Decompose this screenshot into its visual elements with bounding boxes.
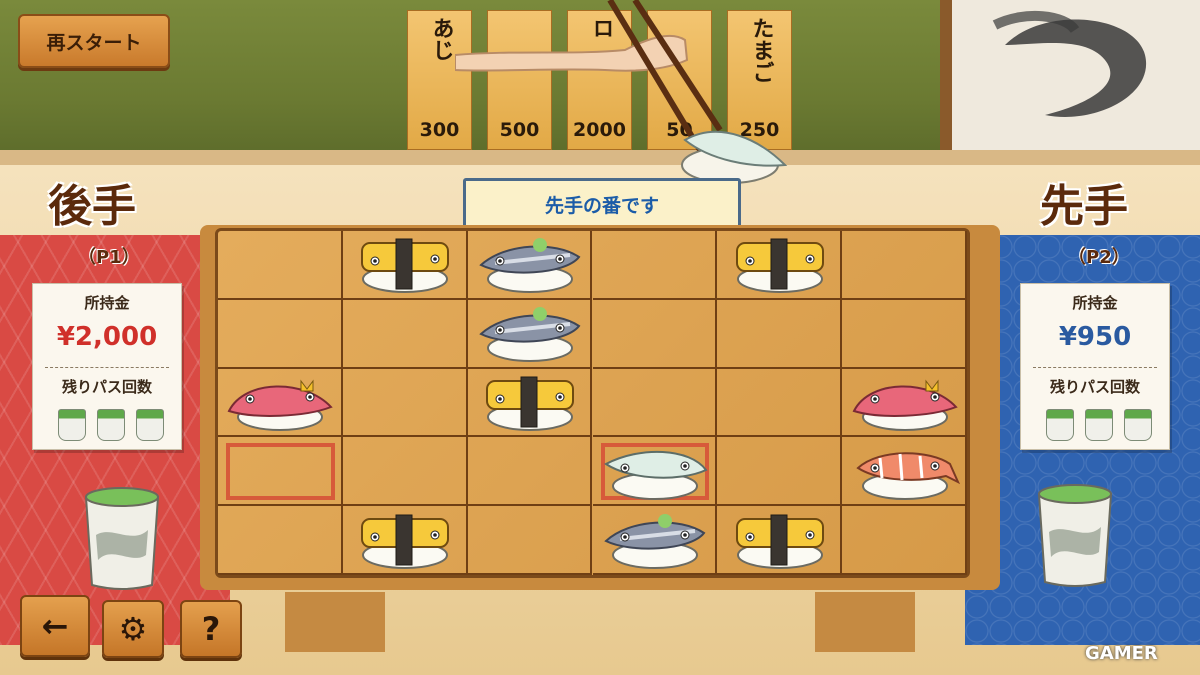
- left-player-label: 後手: [48, 181, 136, 232]
- help-button[interactable]: ?: [180, 600, 242, 658]
- pass-cup-icon: [58, 409, 86, 441]
- pass-label: 残りパス回数: [1049, 378, 1140, 396]
- sushi-piece-aji[interactable]: [475, 235, 585, 299]
- board-leg: [285, 592, 385, 652]
- board-cell[interactable]: [218, 506, 343, 575]
- board-cell[interactable]: [467, 506, 593, 575]
- sushi-piece-aji[interactable]: [600, 511, 710, 575]
- left-player-id: （P1）: [78, 247, 140, 268]
- right-player-id: （P2）: [1068, 247, 1130, 268]
- brush-stroke-art: [992, 10, 1147, 117]
- board-cell[interactable]: [842, 231, 967, 300]
- board-leg: [815, 592, 915, 652]
- settings-button[interactable]: ⚙: [102, 600, 164, 658]
- board-cell[interactable]: [717, 299, 843, 369]
- board-cell[interactable]: [592, 231, 718, 300]
- board-cell[interactable]: [717, 437, 843, 507]
- board-cell[interactable]: [342, 368, 468, 438]
- board-cell[interactable]: [342, 437, 468, 507]
- left-player-card: 所持金 ¥2,000 残りパス回数: [32, 283, 182, 450]
- highlighted-cell[interactable]: [226, 443, 335, 501]
- chopsticks-with-squid-sushi: [607, 0, 788, 184]
- right-money-value: ¥950: [1058, 322, 1132, 352]
- teacup-icon: [84, 487, 160, 590]
- right-player-card: 所持金 ¥950 残りパス回数: [1020, 283, 1170, 450]
- board-cell[interactable]: [218, 231, 343, 300]
- restart-button[interactable]: 再スタート: [18, 14, 170, 68]
- board-cell[interactable]: [842, 506, 967, 575]
- board-cell[interactable]: [592, 368, 718, 438]
- sushi-piece-tamago[interactable]: [725, 511, 835, 575]
- board-cell[interactable]: [342, 299, 468, 369]
- gear-icon: ⚙: [118, 610, 148, 648]
- game-board[interactable]: [215, 228, 970, 578]
- turn-banner: 先手の番です: [463, 178, 741, 230]
- money-label: 所持金: [84, 294, 130, 312]
- right-player-label: 先手: [1040, 181, 1128, 232]
- back-button[interactable]: ←: [20, 595, 90, 657]
- sushi-piece-ebi[interactable]: [850, 442, 960, 506]
- board-cell[interactable]: [842, 299, 967, 369]
- sushi-piece-tamago[interactable]: [350, 235, 460, 299]
- watermark: GAMER: [1085, 643, 1158, 664]
- money-label: 所持金: [1072, 294, 1118, 312]
- sushi-piece-otoro[interactable]: [225, 373, 335, 437]
- pass-cup-icon: [97, 409, 125, 441]
- pass-cup-icon: [136, 409, 164, 441]
- sushi-piece-otoro[interactable]: [850, 373, 960, 437]
- teacup-icon: [1037, 484, 1113, 587]
- pass-label: 残りパス回数: [61, 378, 152, 396]
- divider: [45, 367, 169, 368]
- sushi-piece-tamago[interactable]: [475, 373, 585, 437]
- left-money-value: ¥2,000: [56, 322, 158, 352]
- pass-cup-icon: [1085, 409, 1113, 441]
- sushi-piece-ika[interactable]: [600, 442, 710, 506]
- board-cell[interactable]: [592, 299, 718, 369]
- sushi-piece-tamago[interactable]: [725, 235, 835, 299]
- sushi-piece-tamago[interactable]: [350, 511, 460, 575]
- menu-tag-price: 500: [499, 119, 540, 141]
- pass-cup-icon: [1124, 409, 1152, 441]
- question-icon: ?: [201, 610, 221, 648]
- menu-tag-price: 300: [419, 119, 460, 141]
- board-cell[interactable]: [218, 299, 343, 369]
- pass-cups: [1046, 409, 1152, 441]
- divider: [1033, 367, 1157, 368]
- sushi-piece-aji[interactable]: [475, 304, 585, 368]
- arrow-left-icon: ←: [41, 607, 69, 645]
- menu-tag-name: あじ: [428, 17, 454, 61]
- pass-cup-icon: [1046, 409, 1074, 441]
- pass-cups: [58, 409, 164, 441]
- board-cell[interactable]: [467, 437, 593, 507]
- board-cell[interactable]: [717, 368, 843, 438]
